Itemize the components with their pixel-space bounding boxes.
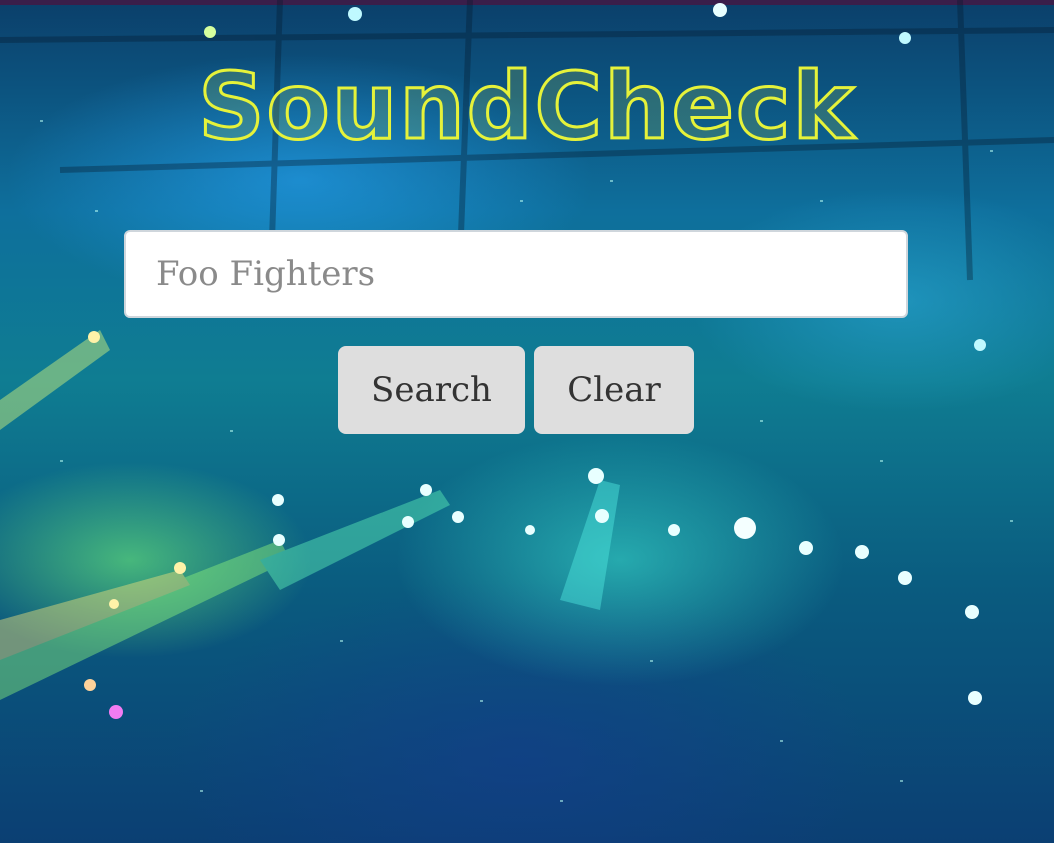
light-beams [0, 330, 620, 700]
app-logo: SoundCheck [197, 52, 856, 162]
confetti [40, 120, 1013, 802]
clear-button[interactable]: Clear [534, 346, 694, 434]
artist-search-input[interactable] [124, 230, 908, 318]
search-button[interactable]: Search [338, 346, 525, 434]
